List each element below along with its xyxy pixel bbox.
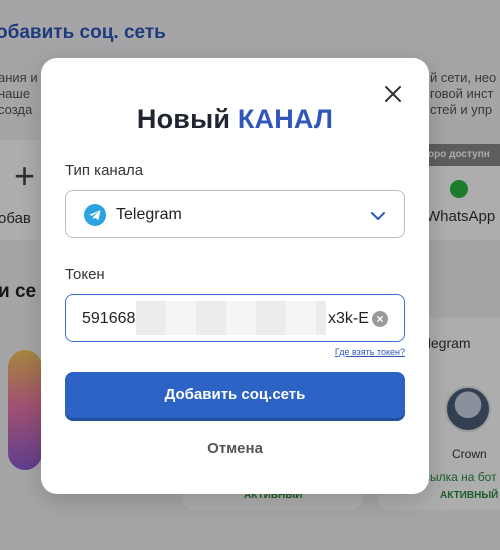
channel-type-value: Telegram: [116, 206, 182, 223]
token-help-link[interactable]: Где взять токен?: [335, 347, 405, 357]
channel-type-label: Тип канала: [65, 162, 144, 179]
token-value-suffix: x3k-E: [328, 310, 369, 327]
modal-title-part1: Новый: [136, 104, 231, 134]
modal-title: Новый КАНАЛ: [41, 104, 429, 135]
telegram-icon: [84, 204, 106, 226]
token-value-prefix: 591668: [82, 310, 136, 327]
new-channel-modal: Новый КАНАЛ Тип канала Telegram Токен 59…: [41, 58, 429, 494]
channel-type-select[interactable]: Telegram: [65, 190, 405, 238]
token-input[interactable]: 591668 x3k-E ×: [65, 294, 405, 342]
close-icon[interactable]: [383, 84, 403, 104]
token-redaction: [136, 301, 326, 335]
add-network-button[interactable]: Добавить соц.сеть: [65, 372, 405, 418]
chevron-down-icon: [370, 209, 386, 221]
token-label: Токен: [65, 266, 105, 283]
modal-title-accent: КАНАЛ: [237, 104, 334, 134]
clear-icon[interactable]: ×: [372, 311, 388, 327]
cancel-button[interactable]: Отмена: [41, 440, 429, 457]
